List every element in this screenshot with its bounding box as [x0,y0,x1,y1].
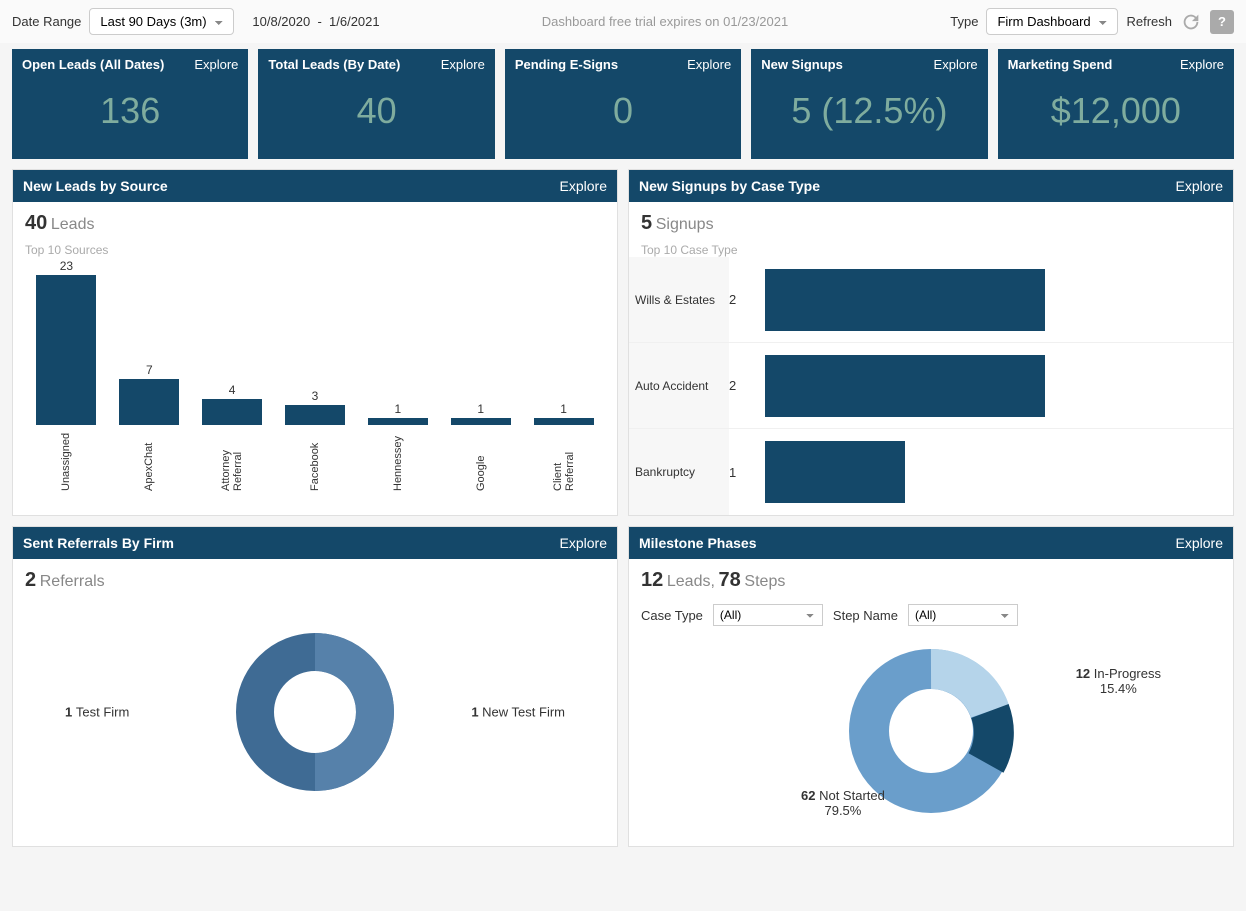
card-total-leads[interactable]: Total Leads (By Date)Explore 40 [258,49,494,159]
card-value: $12,000 [1008,90,1224,132]
referrals-donut: 1 Test Firm 1 New Test Firm [25,592,605,832]
hbar-row: Wills & Estates2 [629,257,1233,343]
metric-cards: Open Leads (All Dates)Explore 136 Total … [0,43,1246,169]
card-value: 40 [268,90,484,132]
explore-link[interactable]: Explore [560,535,607,551]
explore-link[interactable]: Explore [194,57,238,72]
explore-link[interactable]: Explore [1176,535,1223,551]
card-value: 136 [22,90,238,132]
bar-item: 4Attorney Referral [191,383,274,491]
bar-item: 1Client Referral [522,402,605,491]
panel-milestones: Milestone PhasesExplore 12 Leads, 78 Ste… [628,526,1234,847]
card-value: 5 (12.5%) [761,90,977,132]
case-type-select[interactable]: (All) [713,604,823,626]
bar-item: 3Facebook [274,389,357,491]
step-name-select[interactable]: (All) [908,604,1018,626]
card-pending-esigns[interactable]: Pending E-SignsExplore 0 [505,49,741,159]
milestone-donut: 12 In-Progress 15.4% 62 Not Started 79.5… [641,626,1221,836]
explore-link[interactable]: Explore [441,57,485,72]
explore-link[interactable]: Explore [934,57,978,72]
leads-bar-chart: 23Unassigned7ApexChat4Attorney Referral3… [25,261,605,491]
case-type-label: Case Type [641,608,703,623]
refresh-label: Refresh [1126,14,1172,29]
panel-signups-by-case: New Signups by Case TypeExplore 5 Signup… [628,169,1234,516]
topbar: Date Range Last 90 Days (3m) 10/8/2020 -… [0,0,1246,43]
type-select[interactable]: Firm Dashboard [986,8,1118,35]
panel-leads-by-source: New Leads by SourceExplore 40 Leads Top … [12,169,618,516]
card-new-signups[interactable]: New SignupsExplore 5 (12.5%) [751,49,987,159]
explore-link[interactable]: Explore [1176,178,1223,194]
bar-item: 23Unassigned [25,259,108,491]
explore-link[interactable]: Explore [560,178,607,194]
hbar-row: Bankruptcy1 [629,429,1233,515]
panel-referrals: Sent Referrals By FirmExplore 2 Referral… [12,526,618,847]
card-marketing-spend[interactable]: Marketing SpendExplore $12,000 [998,49,1234,159]
card-open-leads[interactable]: Open Leads (All Dates)Explore 136 [12,49,248,159]
type-label: Type [950,14,978,29]
bar-item: 1Hennessey [356,402,439,491]
explore-link[interactable]: Explore [1180,57,1224,72]
date-range-text: 10/8/2020 - 1/6/2021 [252,14,379,29]
refresh-icon[interactable] [1180,11,1202,33]
step-name-label: Step Name [833,608,898,623]
trial-notice: Dashboard free trial expires on 01/23/20… [542,14,788,29]
signups-bar-chart: Wills & Estates2Auto Accident2Bankruptcy… [629,257,1233,515]
bar-item: 1Google [439,402,522,491]
date-range-label: Date Range [12,14,81,29]
hbar-row: Auto Accident2 [629,343,1233,429]
date-range-select[interactable]: Last 90 Days (3m) [89,8,234,35]
help-icon[interactable]: ? [1210,10,1234,34]
card-value: 0 [515,90,731,132]
bar-item: 7ApexChat [108,363,191,491]
explore-link[interactable]: Explore [687,57,731,72]
